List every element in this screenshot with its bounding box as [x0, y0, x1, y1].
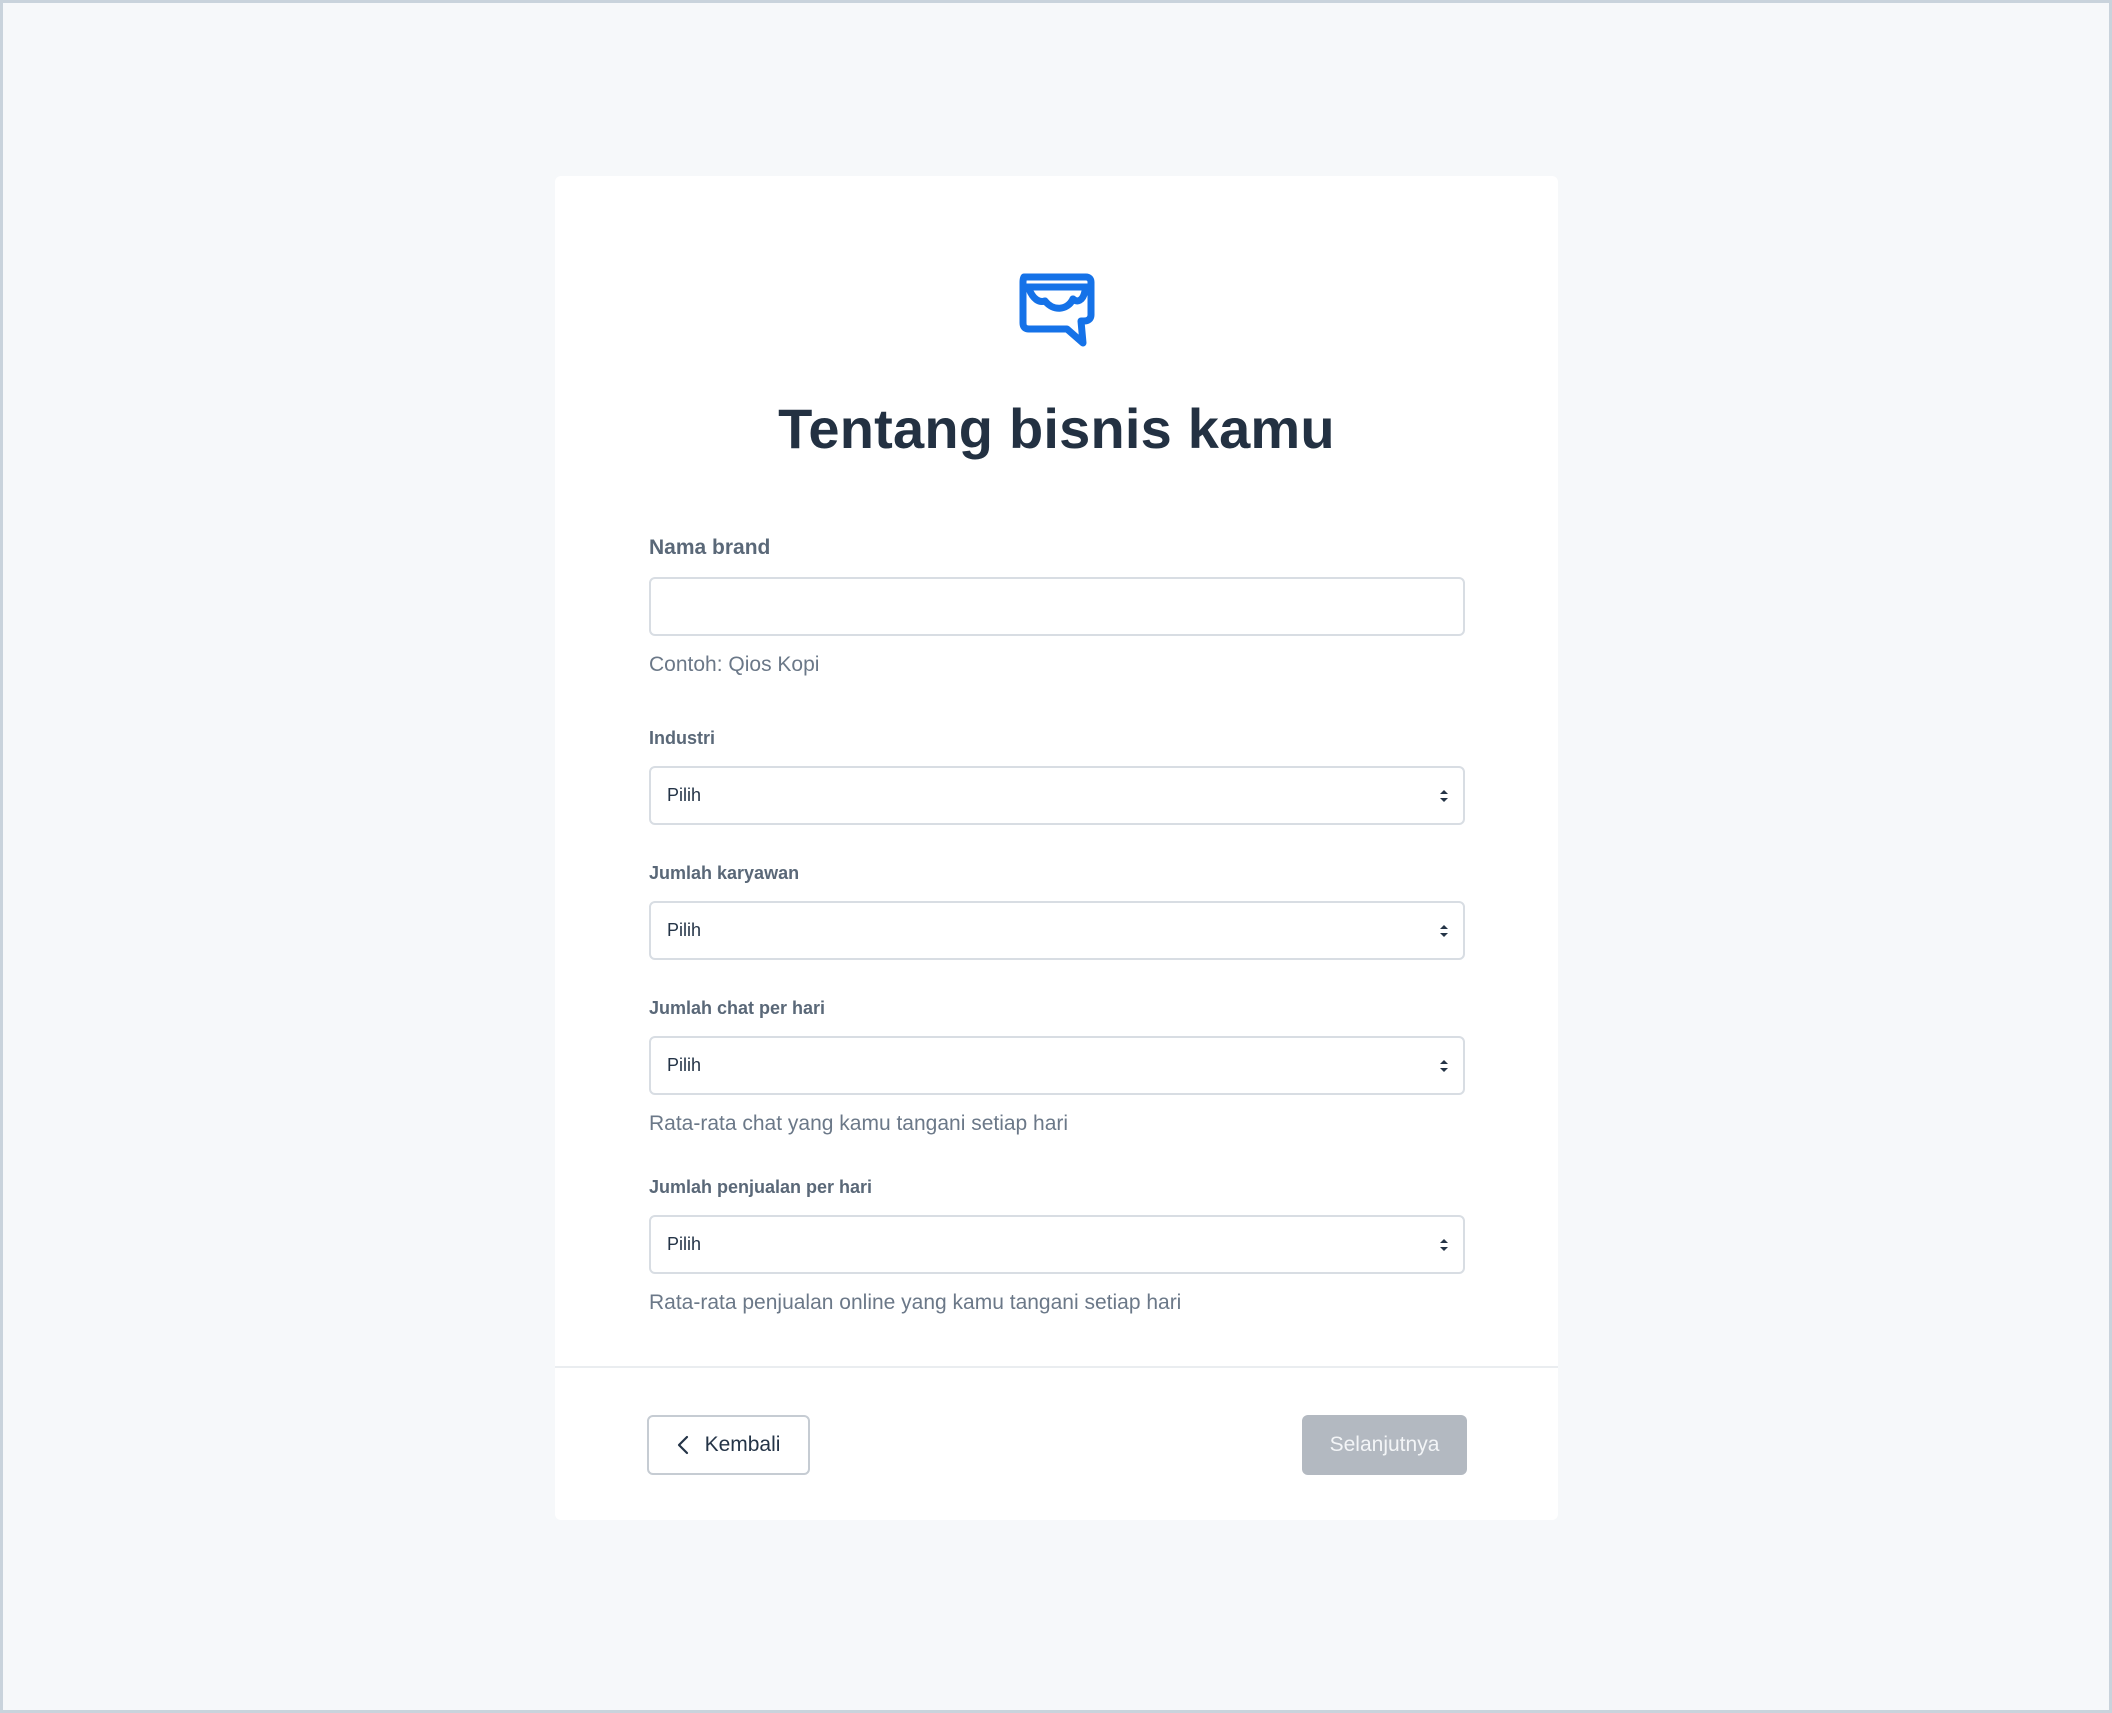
- chats-per-day-helper: Rata-rata chat yang kamu tangani setiap …: [649, 1112, 1069, 1135]
- chats-per-day-select[interactable]: Pilih: [649, 1036, 1465, 1095]
- chats-per-day-label: Jumlah chat per hari: [649, 998, 826, 1018]
- business-form: Nama brand Contoh: Qios Kopi Industri Pi…: [649, 532, 1465, 1316]
- sort-caret-icon: [1440, 789, 1448, 802]
- sort-caret-icon: [1440, 1059, 1448, 1072]
- employees-label: Jumlah karyawan: [649, 863, 800, 883]
- chat-shop-icon: [1019, 273, 1095, 347]
- chevron-left-icon: [677, 1435, 688, 1455]
- sales-per-day-select-value: Pilih: [667, 1234, 702, 1254]
- employees-select[interactable]: Pilih: [649, 901, 1465, 960]
- industry-label: Industri: [649, 728, 715, 748]
- brand-name-input[interactable]: [649, 577, 1465, 636]
- onboarding-card: Tentang bisnis kamu Nama brand Contoh: Q…: [555, 176, 1558, 1520]
- footer-divider: [555, 1366, 1558, 1368]
- brand-name-label: Nama brand: [649, 536, 771, 559]
- sales-per-day-label: Jumlah penjualan per hari: [649, 1177, 873, 1197]
- back-button[interactable]: Kembali: [647, 1415, 810, 1475]
- next-button[interactable]: Selanjutnya: [1302, 1415, 1467, 1475]
- page-title: Tentang bisnis kamu: [778, 397, 1335, 460]
- back-button-label: Kembali: [704, 1433, 781, 1456]
- sales-per-day-helper: Rata-rata penjualan online yang kamu tan…: [649, 1291, 1182, 1314]
- sort-caret-icon: [1440, 924, 1448, 937]
- chats-per-day-select-value: Pilih: [667, 1055, 702, 1075]
- sort-caret-icon: [1440, 1238, 1448, 1251]
- industry-select[interactable]: Pilih: [649, 766, 1465, 825]
- sales-per-day-select[interactable]: Pilih: [649, 1215, 1465, 1274]
- industry-select-value: Pilih: [667, 785, 702, 805]
- employees-select-value: Pilih: [667, 920, 702, 940]
- brand-name-helper: Contoh: Qios Kopi: [649, 653, 820, 676]
